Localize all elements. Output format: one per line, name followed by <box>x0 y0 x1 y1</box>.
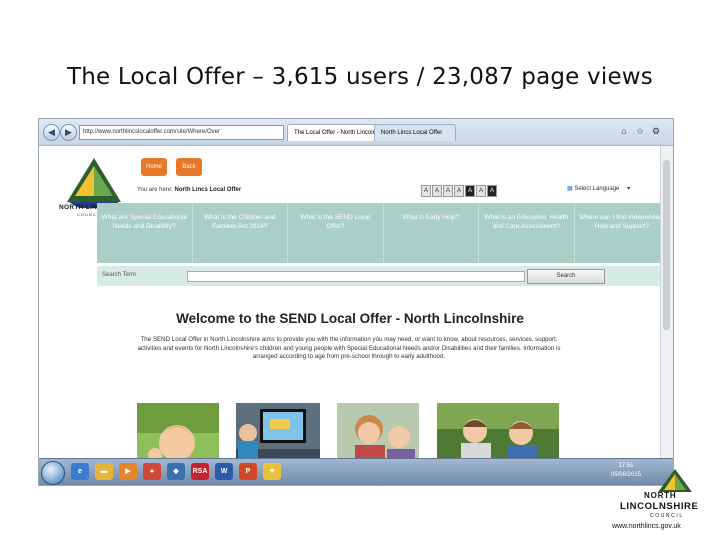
browser-icon[interactable]: ◆ <box>167 463 185 480</box>
contrast-option[interactable]: A <box>465 185 475 197</box>
main-nav: What are Special Educational Needs and D… <box>97 203 669 263</box>
search-bar: Search Term Search <box>97 266 669 286</box>
breadcrumb-prefix: You are here: <box>137 187 173 193</box>
address-bar[interactable]: http://www.northlincslocaloffer.com/site… <box>79 125 284 140</box>
footer-line1: NORTH <box>644 491 677 500</box>
nav-item-children-families-act[interactable]: What is the Children and Families Act 20… <box>193 203 288 263</box>
council-footer-logo: NORTH LINCOLNSHIRE COUNCIL www.northlinc… <box>606 468 716 538</box>
intro-text: The SEND Local Offer in North Lincolnshi… <box>137 336 561 361</box>
page-title: Welcome to the SEND Local Offer - North … <box>176 311 524 326</box>
favorites-icon[interactable]: ☆ <box>635 126 645 136</box>
nav-item-ehc-assessment[interactable]: What is an Education, Health and Care As… <box>479 203 575 263</box>
search-input[interactable] <box>187 271 525 282</box>
text-size-option[interactable]: A <box>432 185 442 197</box>
home-icon[interactable]: ⌂ <box>619 126 629 136</box>
back-nav-icon[interactable]: ◀ <box>43 124 60 141</box>
taskbar: e ▬ ▶ ● ◆ RSA W P ✦ 17:51 05/06/2015 <box>39 458 673 485</box>
breadcrumb: You are here: North Lincs Local Offer <box>137 187 241 193</box>
powerpoint-icon[interactable]: P <box>239 463 257 480</box>
breadcrumb-current[interactable]: North Lincs Local Offer <box>174 187 241 193</box>
tab-local-offer[interactable]: The Local Offer - North Lincoln... <box>287 124 381 141</box>
search-button[interactable]: Search <box>527 269 605 284</box>
browser-toolbar: ◀ ▶ http://www.northlincslocaloffer.com/… <box>39 119 673 146</box>
language-label: Select Language <box>574 186 620 192</box>
nav-item-early-help[interactable]: What is Early Help? <box>384 203 479 263</box>
language-select[interactable]: ▦ Select Language ▾ <box>567 183 643 195</box>
footer-line3: COUNCIL <box>650 513 684 519</box>
tab-north-lincs[interactable]: North Lincs Local Offer <box>374 124 456 141</box>
web-page: NORTH LINCOLNSHIRE COUNCIL Home Back You… <box>39 146 669 485</box>
ie-icon[interactable]: e <box>71 463 89 480</box>
folder-icon[interactable]: ▬ <box>95 463 113 480</box>
browser-window: ◀ ▶ http://www.northlincslocaloffer.com/… <box>38 118 674 486</box>
text-size-option[interactable]: A <box>443 185 453 197</box>
search-label: Search Term <box>102 272 136 278</box>
text-size-option[interactable]: A <box>454 185 464 197</box>
nav-item-independent-help[interactable]: Where can I find Independent Help and Su… <box>575 203 670 263</box>
text-size-option[interactable]: A <box>476 185 486 197</box>
footer-url: www.northlincs.gov.uk <box>612 523 681 530</box>
nav-item-local-offer[interactable]: What is the SEND Local Offer? <box>288 203 384 263</box>
rsa-icon[interactable]: RSA <box>191 463 209 480</box>
text-size-option[interactable]: A <box>421 185 431 197</box>
chevron-down-icon: ▾ <box>627 186 631 192</box>
contrast-option[interactable]: A <box>487 185 497 197</box>
back-button[interactable]: Back <box>176 158 202 176</box>
translate-icon: ▦ <box>567 186 573 192</box>
word-icon[interactable]: W <box>215 463 233 480</box>
vertical-scrollbar[interactable] <box>660 146 673 459</box>
media-icon[interactable]: ▶ <box>119 463 137 480</box>
start-button-icon[interactable] <box>41 461 65 485</box>
settings-icon[interactable]: ⚙ <box>651 126 661 136</box>
slide-title: The Local Offer – 3,615 users / 23,087 p… <box>66 64 653 90</box>
forward-nav-icon[interactable]: ▶ <box>60 124 77 141</box>
chrome-icon[interactable]: ● <box>143 463 161 480</box>
nav-item-send[interactable]: What are Special Educational Needs and D… <box>97 203 193 263</box>
text-size-controls: A A A A A A A <box>421 185 497 197</box>
scrollbar-thumb[interactable] <box>663 160 670 330</box>
footer-line2: LINCOLNSHIRE <box>620 501 699 512</box>
home-button[interactable]: Home <box>141 158 167 176</box>
app-icon[interactable]: ✦ <box>263 463 281 480</box>
